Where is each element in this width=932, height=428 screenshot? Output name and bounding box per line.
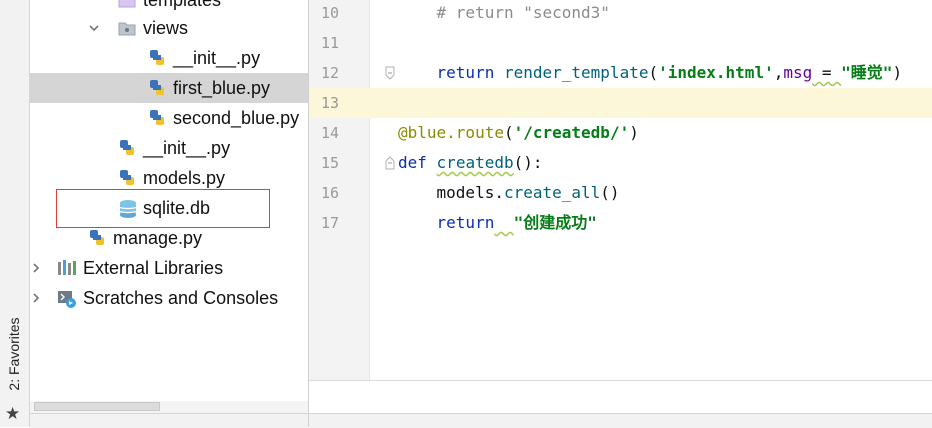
code-token: create_all	[503, 183, 601, 202]
tree-item-views[interactable]: views	[30, 13, 308, 43]
favorites-tool-strip: 2: Favorites ★	[0, 0, 30, 427]
line-number: 11	[320, 34, 339, 52]
tree-item-external-libraries[interactable]: External Libraries	[30, 253, 308, 283]
tree-bottom-bar	[30, 413, 308, 428]
code-token: )	[629, 123, 639, 142]
line-number: 17	[320, 214, 339, 232]
tree-item-label: views	[143, 18, 189, 38]
code-token: ():	[513, 153, 543, 172]
code-token: @blue.route	[398, 123, 504, 142]
code-token: models.	[398, 183, 504, 202]
chevron-right-icon[interactable]	[30, 253, 44, 283]
code-token: msg	[783, 63, 813, 82]
code-token: 'index.html'	[658, 63, 774, 82]
code-line[interactable]: return "创建成功"	[398, 208, 597, 238]
scratches-icon	[57, 289, 76, 308]
code-token: # return "second3"	[436, 3, 610, 22]
python-file-icon	[148, 79, 166, 97]
tree-item-label: External Libraries	[83, 258, 224, 278]
tree-item-second-blue-py[interactable]: second_blue.py	[30, 103, 308, 133]
tree-item-label: first_blue.py	[173, 78, 271, 98]
current-line-highlight	[309, 88, 932, 118]
code-token: (	[648, 63, 659, 82]
folder-icon	[118, 0, 136, 9]
code-token: "睡觉"	[841, 63, 893, 82]
favorites-tool-button[interactable]: 2: Favorites	[4, 309, 24, 399]
python-file-icon	[148, 49, 166, 67]
tree-item-first-blue-py[interactable]: first_blue.py	[30, 73, 308, 103]
code-token: def	[398, 153, 427, 172]
code-token: "创建成功"	[513, 213, 597, 232]
chevron-right-icon[interactable]	[30, 283, 44, 313]
line-number: 14	[320, 124, 339, 142]
status-bar	[309, 413, 932, 428]
line-number: 10	[320, 4, 339, 22]
line-number: 16	[320, 184, 339, 202]
python-file-icon	[148, 109, 166, 127]
editor-bottom-border	[309, 380, 932, 381]
python-file-icon	[88, 229, 106, 247]
tree-item-init-py[interactable]: __init__.py	[30, 43, 308, 73]
line-number: 12	[320, 64, 339, 82]
line-number: 13	[320, 94, 339, 112]
star-icon[interactable]: ★	[5, 404, 20, 424]
code-line[interactable]: # return "second3"	[398, 0, 610, 28]
code-token: createdb	[436, 153, 514, 172]
package-folder-icon	[118, 19, 136, 37]
gutter-separator	[369, 0, 370, 380]
tree-item-label: second_blue.py	[173, 108, 300, 128]
code-token: return	[436, 63, 495, 82]
code-token: return	[436, 213, 495, 232]
python-file-icon	[118, 139, 136, 157]
python-file-icon	[118, 169, 136, 187]
tree-item-label: __init__.py	[143, 138, 231, 158]
chevron-down-icon[interactable]	[88, 13, 102, 43]
code-line[interactable]: @blue.route('/createdb/')	[398, 118, 639, 148]
code-line[interactable]: models.create_all()	[398, 178, 620, 208]
code-token: ()	[600, 183, 620, 202]
tree-item-init-py[interactable]: __init__.py	[30, 133, 308, 163]
fold-marker-icon[interactable]	[383, 65, 397, 80]
code-token: ,	[773, 63, 784, 82]
code-token: )	[892, 63, 903, 82]
code-line[interactable]: return render_template('index.html',msg …	[398, 58, 903, 88]
code-token: '/createdb/'	[513, 123, 630, 142]
tree-item-label: Scratches and Consoles	[83, 288, 279, 308]
annotation-highlight-box	[56, 189, 270, 228]
code-token: render_template	[503, 63, 649, 82]
code-token: =	[812, 63, 842, 82]
line-number: 15	[320, 154, 339, 172]
libraries-icon	[57, 259, 76, 277]
code-line[interactable]: def createdb():	[398, 148, 543, 178]
code-editor[interactable]: 10 # return "second3" 11 12 return render_…	[309, 0, 932, 427]
tree-scrollbar-thumb[interactable]	[34, 402, 160, 411]
tree-item-label: __init__.py	[173, 48, 261, 68]
code-token: (	[503, 123, 514, 142]
fold-marker-icon[interactable]	[383, 155, 397, 170]
tree-item-scratches-and-consoles[interactable]: Scratches and Consoles	[30, 283, 308, 313]
